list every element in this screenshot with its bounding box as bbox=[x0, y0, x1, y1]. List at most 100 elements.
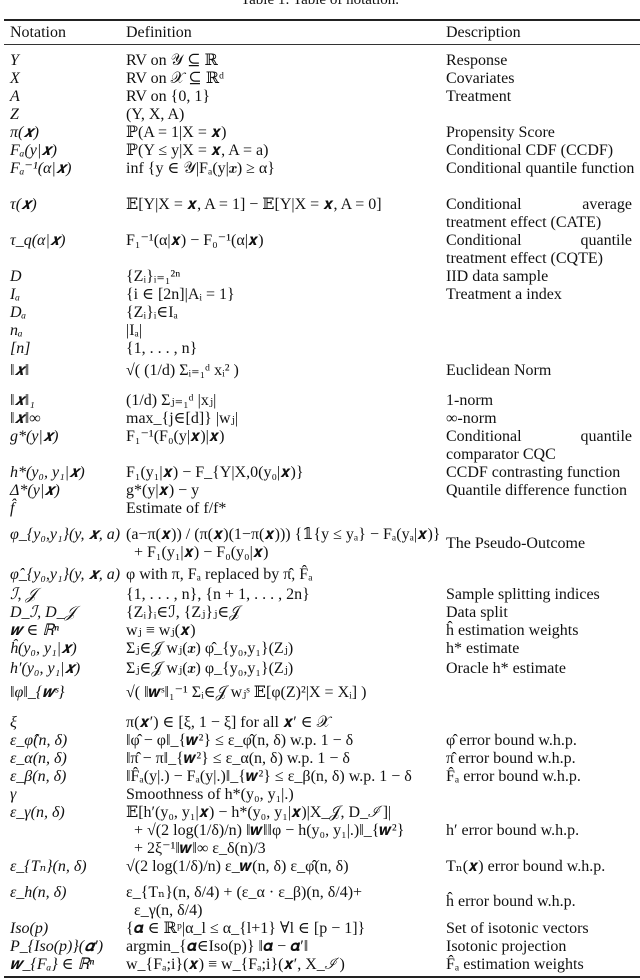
table-caption: Table 1: Table of notation. bbox=[241, 0, 399, 8]
notation-cell: γ bbox=[10, 786, 17, 803]
definition-line: + 2ξ⁻¹‖𝒘‖∞ ε_δ(n)/3 bbox=[134, 840, 266, 857]
description-cell: The Pseudo-Outcome bbox=[446, 535, 586, 552]
description-cell: F̂ₐ error bound w.h.p. bbox=[446, 768, 581, 785]
definition-cell: ℙ(A = 1|X = 𝒙) bbox=[126, 124, 227, 141]
notation-cell: X bbox=[10, 70, 20, 87]
notation-cell: Fₐ(y|𝒙) bbox=[10, 142, 57, 159]
definition-cell: √( (1/d) Σᵢ₌₁ᵈ xᵢ² ) bbox=[126, 362, 239, 379]
description-cell: Set of isotonic vectors bbox=[446, 920, 589, 937]
definition-cell: {Zᵢ}ᵢ∈ℐ, {Zⱼ}ⱼ∈𝒥 bbox=[126, 604, 241, 621]
definition-cell: (1/d) Σⱼ₌₁ᵈ |xⱼ| bbox=[126, 392, 217, 409]
notation-cell: ĥ(y₀, y₁|𝒙) bbox=[10, 640, 77, 657]
definition-cell: w_{Fₐ;i}(𝒙) ≡ w_{Fₐ;i}(𝒙′, X_ℐ) bbox=[126, 956, 345, 973]
notation-cell: ε_γ(n, δ) bbox=[10, 804, 65, 821]
notation-cell: ξ bbox=[10, 714, 17, 731]
description-cell: Treatment bbox=[446, 88, 512, 105]
definition-cell: ‖φ̂ − φ‖_{𝒘²} ≤ ε_φ̂(n, δ) w.p. 1 − δ bbox=[126, 732, 354, 749]
definition-cell: ε_{Tₙ}(n, δ/4) + (ε_α · ε_β)(n, δ/4)+ ε_γ… bbox=[126, 884, 362, 920]
notation-cell: h*(y₀, y₁|𝒙) bbox=[10, 464, 85, 481]
notation-cell: ε_h(n, δ) bbox=[10, 884, 67, 901]
description-cell: Conditional average treatment effect (CA… bbox=[446, 196, 632, 231]
definition-cell: F₁⁻¹(F₀(y|𝒙)|𝒙) bbox=[126, 428, 225, 445]
definition-cell: Estimate of f/f* bbox=[126, 500, 227, 517]
definition-cell: RV on {0, 1} bbox=[126, 88, 211, 105]
description-cell: Covariates bbox=[446, 70, 515, 87]
definition-cell: {Zᵢ}ᵢ∈Iₐ bbox=[126, 304, 178, 321]
definition-cell: Σⱼ∈𝒥 wⱼ(𝒙) φ_{y₀,y₁}(Zⱼ) bbox=[126, 660, 294, 677]
notation-cell: ‖φ‖_{𝒘ˢ} bbox=[10, 684, 65, 701]
notation-cell: 𝒘_{Fₐ} ∈ ℝⁿ bbox=[10, 956, 95, 973]
description-cell: 1-norm bbox=[446, 392, 494, 409]
description-cell: Propensity Score bbox=[446, 124, 555, 141]
table-bottom-rule bbox=[4, 976, 640, 978]
notation-cell: Δ*(y|𝒙) bbox=[10, 482, 60, 499]
description-cell: CCDF contrasting function bbox=[446, 464, 621, 481]
definition-cell: wⱼ ≡ wⱼ(𝒙) bbox=[126, 622, 196, 639]
definition-cell: RV on 𝒳 ⊆ ℝᵈ bbox=[126, 70, 225, 87]
definition-cell: √( ‖𝒘ˢ‖₁⁻¹ Σᵢ∈𝒥 wⱼˢ 𝔼[φ(Z)²|X = Xᵢ] ) bbox=[126, 684, 367, 701]
notation-cell: [n] bbox=[10, 340, 31, 357]
definition-cell: RV on 𝒴 ⊆ ℝ bbox=[126, 52, 218, 69]
definition-cell: {i ∈ [2n]|Aᵢ = 1} bbox=[126, 286, 235, 303]
notation-cell: ‖𝒙‖₁ bbox=[10, 392, 35, 409]
description-cell: Conditional quantile treatment effect (C… bbox=[446, 232, 632, 267]
notation-cell: ε_φ̂(n, δ) bbox=[10, 732, 68, 749]
description-cell: Response bbox=[446, 52, 508, 69]
description-cell: Conditional CDF (CCDF) bbox=[446, 142, 614, 159]
definition-cell: g*(y|𝒙) − y bbox=[126, 482, 200, 499]
description-cell: IID data sample bbox=[446, 268, 549, 285]
notation-cell: ε_α(n, δ) bbox=[10, 750, 67, 767]
notation-cell: D_ℐ, D_𝒥 bbox=[10, 604, 76, 621]
notation-cell: h′(y₀, y₁|𝒙) bbox=[10, 660, 81, 677]
header-definition: Definition bbox=[126, 24, 192, 41]
notation-cell: nₐ bbox=[10, 322, 23, 339]
notation-cell: Z bbox=[10, 106, 19, 123]
header-description: Description bbox=[446, 24, 521, 41]
notation-cell: A bbox=[10, 88, 20, 105]
definition-cell: |Iₐ| bbox=[126, 322, 143, 339]
description-cell: φ̂ error bound w.h.p. bbox=[446, 732, 577, 749]
description-cell: Sample splitting indices bbox=[446, 586, 600, 603]
definition-cell: F₁⁻¹(α|𝒙) − F₀⁻¹(α|𝒙) bbox=[126, 232, 264, 249]
definition-line: ε_γ(n, δ/4) bbox=[134, 902, 203, 919]
notation-cell: P_{Iso(p)}(𝜶′) bbox=[10, 938, 104, 955]
definition-line: ε_{Tₙ}(n, δ/4) + (ε_α · ε_β)(n, δ/4)+ bbox=[126, 884, 363, 901]
definition-cell: ‖F̂ₐ(y|.) − Fₐ(y|.)‖_{𝒘²} ≤ ε_β(n, δ) w.… bbox=[126, 768, 412, 785]
definition-line: + F₁(y₁|𝒙) − F₀(y₀|𝒙) bbox=[134, 544, 269, 561]
definition-cell: 𝔼[Y|X = 𝒙, A = 1] − 𝔼[Y|X = 𝒙, A = 0] bbox=[126, 196, 382, 213]
definition-line: 𝔼[h′(y₀, y₁|𝒙) − h*(y₀, y₁|𝒙)|X_𝒥, D_ℐ]| bbox=[126, 804, 392, 821]
notation-cell: ‖𝒙‖ bbox=[10, 362, 30, 379]
description-cell: h′ error bound w.h.p. bbox=[446, 822, 580, 839]
description-cell: Conditional quantile comparator CQC bbox=[446, 428, 632, 463]
notation-cell: φ̂_{y₀,y₁}(y, 𝒙, a) bbox=[10, 566, 121, 583]
definition-cell: {𝜶 ∈ ℝᵖ|α_l ≤ α_{l+1} ∀l ∈ [p − 1]} bbox=[126, 920, 366, 937]
notation-cell: Dₐ bbox=[10, 304, 27, 321]
description-cell: F̂ₐ estimation weights bbox=[446, 956, 584, 973]
notation-cell: π(𝒙) bbox=[10, 124, 39, 141]
notation-cell: Iₐ bbox=[10, 286, 21, 303]
definition-cell: π(𝒙′) ∈ [ξ, 1 − ξ] for all 𝒙′ ∈ 𝒳 bbox=[126, 714, 331, 731]
definition-cell: {1, . . . , n}, {n + 1, . . . , 2n} bbox=[126, 586, 310, 603]
notation-cell: ℐ, 𝒥 bbox=[10, 586, 37, 603]
notation-cell: ‖𝒙‖∞ bbox=[10, 410, 41, 427]
notation-cell: Y bbox=[10, 52, 19, 69]
definition-line: + √(2 log(1/δ)/n) ‖𝒘‖‖φ − h(y₀, y₁|.)‖_{… bbox=[134, 822, 405, 839]
definition-line: (a−π(𝒙)) / (π(𝒙)(1−π(𝒙))) {𝟙{y ≤ yₐ} − F… bbox=[126, 526, 441, 543]
description-cell: π̂ error bound w.h.p. bbox=[446, 750, 576, 767]
notation-cell: τ_q(α|𝒙) bbox=[10, 232, 66, 249]
description-cell: h* estimate bbox=[446, 640, 520, 657]
header-notation: Notation bbox=[10, 24, 66, 41]
notation-cell: Fₐ⁻¹(α|𝒙) bbox=[10, 160, 72, 177]
notation-cell: φ_{y₀,y₁}(y, 𝒙, a) bbox=[10, 526, 121, 543]
notation-cell: ε_{Tₙ}(n, δ) bbox=[10, 858, 87, 875]
definition-cell: max_{j∈[d]} |wⱼ| bbox=[126, 410, 239, 427]
description-cell: ĥ error bound w.h.p. bbox=[446, 893, 576, 910]
definition-cell: ℙ(Y ≤ y|X = 𝒙, A = a) bbox=[126, 142, 269, 159]
definition-cell: inf {y ∈ 𝒴|Fₐ(y|𝒙) ≥ α} bbox=[126, 160, 275, 177]
table-top-rule bbox=[4, 19, 640, 21]
definition-cell: F₁(y₁|𝒙) − F_{Y|X,0(y₀|𝒙)} bbox=[126, 464, 304, 481]
definition-cell: (a−π(𝒙)) / (π(𝒙)(1−π(𝒙))) {𝟙{y ≤ yₐ} − F… bbox=[126, 526, 440, 562]
description-cell: Tₙ(𝒙) error bound w.h.p. bbox=[446, 858, 606, 875]
definition-cell: 𝔼[h′(y₀, y₁|𝒙) − h*(y₀, y₁|𝒙)|X_𝒥, D_ℐ]|… bbox=[126, 804, 404, 858]
definition-cell: (Y, X, A) bbox=[126, 106, 185, 123]
